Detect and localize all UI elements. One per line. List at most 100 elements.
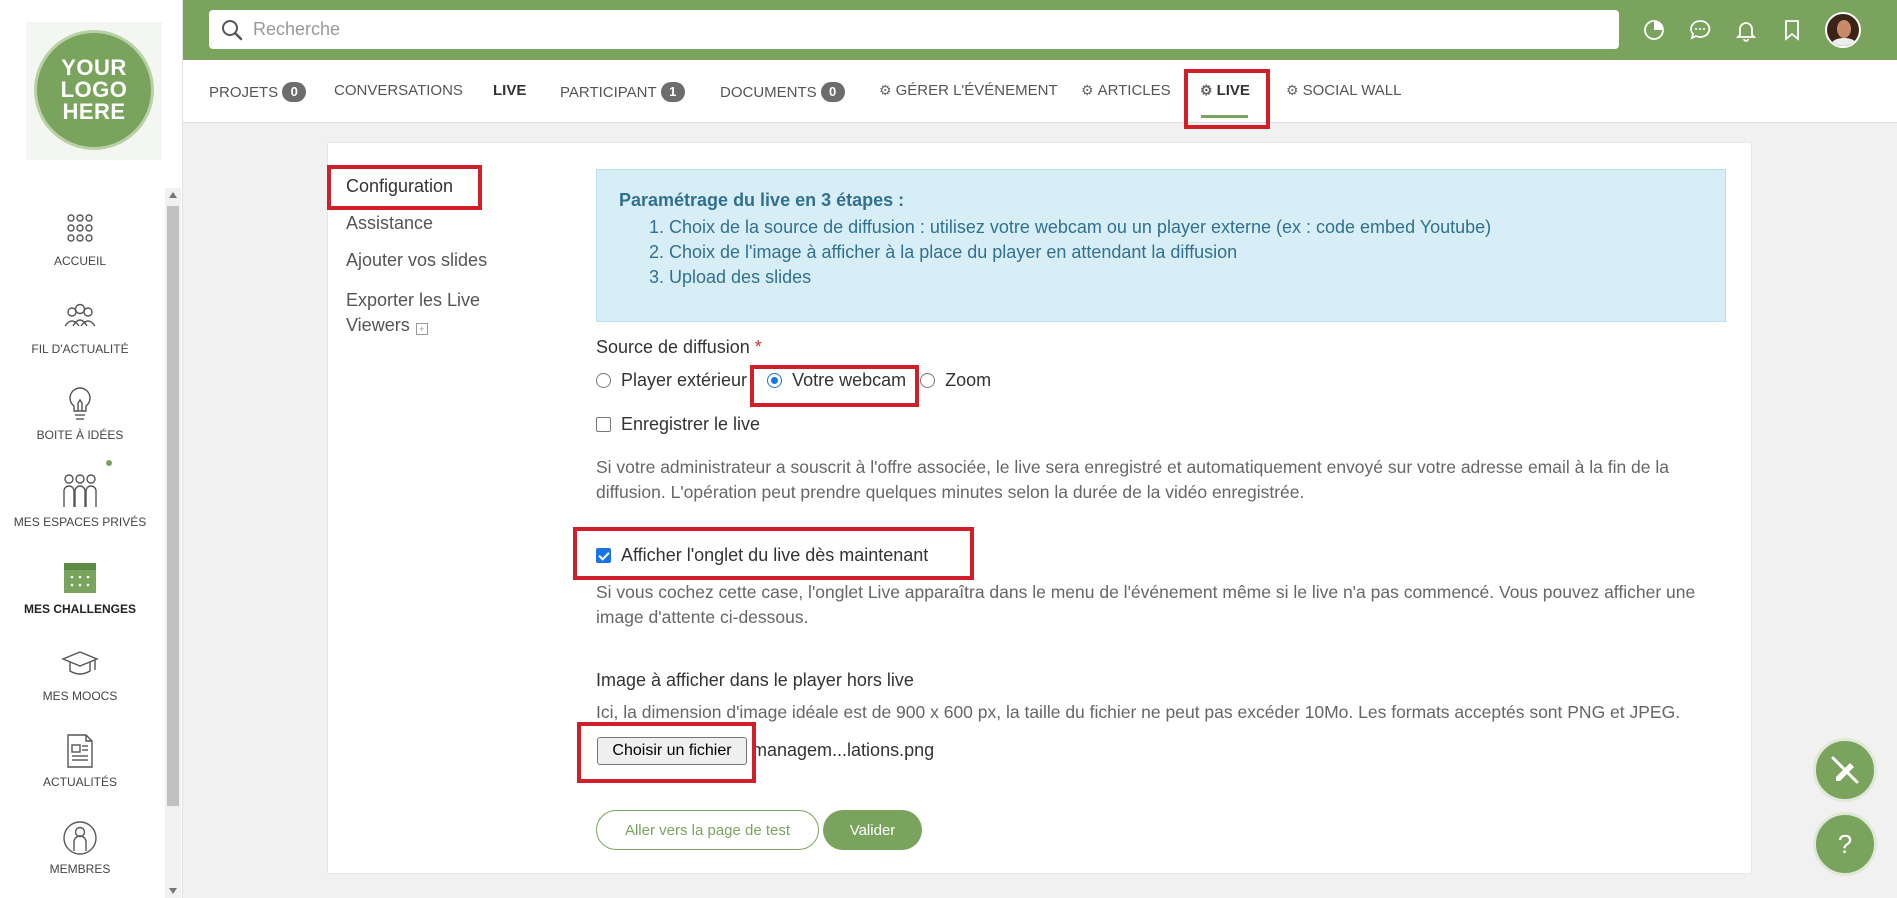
radio-zoom[interactable]: Zoom xyxy=(920,370,991,391)
sidebar-item-label: MES MOOCS xyxy=(42,689,118,703)
left-sidebar: YOUR LOGO HERE ACCUEIL FIL D'ACTUALITÉ B… xyxy=(0,0,183,898)
bell-icon[interactable] xyxy=(1733,17,1759,43)
bookmark-icon[interactable] xyxy=(1779,17,1805,43)
tab-label: PARTICIPANT xyxy=(560,83,657,101)
highlight-live-tab xyxy=(1184,69,1270,129)
highlight-configuration xyxy=(327,165,482,210)
tab-gerer-evenement[interactable]: ⚙ GÉRER L'ÉVÉNEMENT xyxy=(879,82,1058,99)
record-live-checkbox[interactable] xyxy=(596,417,611,432)
source-label-text: Source de diffusion xyxy=(596,337,750,357)
info-steps: Choix de la source de diffusion : utilis… xyxy=(619,215,1703,290)
no-edit-icon xyxy=(1831,756,1859,784)
sidebar-item-mes-challenges[interactable]: MES CHALLENGES xyxy=(0,560,160,616)
top-bar xyxy=(183,0,1897,60)
sidebar-item-label: MES CHALLENGES xyxy=(23,602,136,616)
sidebar-item-actualites[interactable]: ACTUALITÉS xyxy=(0,733,160,789)
highlight-choose-file xyxy=(577,722,756,783)
radio-label: Player extérieur xyxy=(621,370,748,390)
count-badge: 1 xyxy=(660,82,685,102)
tab-label: LIVE xyxy=(493,82,527,99)
tab-participant[interactable]: PARTICIPANT 1 xyxy=(560,82,685,102)
logo-line-3: HERE xyxy=(62,99,126,124)
subnav-export-line1: Exporter les Live xyxy=(346,290,481,310)
subnav-assistance[interactable]: Assistance xyxy=(346,213,433,234)
info-title: Paramétrage du live en 3 étapes : xyxy=(619,190,905,210)
info-step: Choix de la source de diffusion : utilis… xyxy=(669,215,1703,240)
external-link-icon: + xyxy=(415,323,428,335)
sidebar-scrollbar[interactable] xyxy=(165,188,181,898)
highlight-show-tab xyxy=(573,527,974,580)
sidebar-item-membres[interactable]: MEMBRES xyxy=(0,820,160,876)
validate-button[interactable]: Valider xyxy=(823,810,922,850)
lightbulb-icon xyxy=(69,387,91,420)
sidebar-item-label: BOITE À IDÉES xyxy=(36,428,124,442)
subnav-export-line2: Viewers xyxy=(346,315,410,335)
people-three-icon xyxy=(63,474,97,507)
tab-label: PROJETS xyxy=(209,83,279,101)
count-badge: 0 xyxy=(820,82,845,102)
tab-label: DOCUMENTS xyxy=(720,83,817,101)
company-logo: YOUR LOGO HERE xyxy=(34,30,154,150)
sidebar-item-label: ACTUALITÉS xyxy=(42,775,117,789)
calendar-icon xyxy=(64,563,96,593)
gear-icon: ⚙ xyxy=(1081,82,1094,98)
info-step: Upload des slides xyxy=(669,265,1703,290)
search-bar[interactable] xyxy=(209,10,1619,49)
image-help-text: Ici, la dimension d'image idéale est de … xyxy=(596,702,1681,722)
search-input[interactable] xyxy=(253,19,1553,40)
tab-live[interactable]: LIVE xyxy=(493,82,526,99)
tab-label: ARTICLES xyxy=(1097,82,1171,99)
test-page-button[interactable]: Aller vers la page de test xyxy=(596,810,819,850)
subnav-ajouter-slides[interactable]: Ajouter vos slides xyxy=(346,250,487,271)
sidebar-item-label: MES ESPACES PRIVÉS xyxy=(13,515,147,529)
tab-articles[interactable]: ⚙ ARTICLES xyxy=(1081,82,1171,99)
newspaper-icon xyxy=(67,734,93,768)
sidebar-item-label: MEMBRES xyxy=(49,862,111,876)
count-badge: 0 xyxy=(282,82,307,102)
tab-conversations[interactable]: CONVERSATIONS xyxy=(334,82,463,99)
sidebar-item-boite-a-idees[interactable]: BOITE À IDÉES xyxy=(0,386,160,442)
sidebar-item-accueil[interactable]: ACCUEIL xyxy=(0,212,160,268)
radio-button[interactable] xyxy=(596,373,611,388)
chat-bubble-icon[interactable] xyxy=(1687,17,1713,43)
tab-label: GÉRER L'ÉVÉNEMENT xyxy=(895,82,1058,99)
file-name: managem...lations.png xyxy=(752,740,935,760)
required-mark: * xyxy=(754,337,762,357)
show-tab-help-text: Si vous cochez cette case, l'onglet Live… xyxy=(596,582,1696,627)
user-avatar[interactable] xyxy=(1825,12,1861,48)
scrollbar-thumb[interactable] xyxy=(167,206,179,806)
tab-social-wall[interactable]: ⚙ SOCIAL WALL xyxy=(1286,82,1401,99)
mute-toggle-button[interactable] xyxy=(1813,738,1877,802)
notification-dot xyxy=(106,460,112,466)
member-icon xyxy=(63,821,97,855)
image-label: Image à afficher dans le player hors liv… xyxy=(596,670,914,690)
event-tabs: PROJETS 0 CONVERSATIONS LIVE PARTICIPANT… xyxy=(183,60,1897,123)
scroll-down-arrow-icon[interactable] xyxy=(169,888,177,894)
record-live-checkbox-row[interactable]: Enregistrer le live xyxy=(596,414,760,435)
scroll-up-arrow-icon[interactable] xyxy=(169,192,177,198)
subnav-exporter-viewers[interactable]: Exporter les Live Viewers + xyxy=(346,288,480,338)
tab-documents[interactable]: DOCUMENTS 0 xyxy=(720,82,845,102)
pie-chart-icon[interactable] xyxy=(1641,17,1667,43)
grid-dots-icon xyxy=(67,214,93,242)
radio-button[interactable] xyxy=(920,373,936,388)
help-button[interactable]: ? xyxy=(1813,812,1877,876)
sidebar-item-mes-moocs[interactable]: MES MOOCS xyxy=(0,647,160,703)
sidebar-item-label: FIL D'ACTUALITÉ xyxy=(31,342,129,356)
graduation-cap-icon xyxy=(61,651,99,675)
tab-projets[interactable]: PROJETS 0 xyxy=(209,82,307,102)
source-label: Source de diffusion * xyxy=(596,337,762,358)
radio-label: Zoom xyxy=(945,370,992,390)
gear-icon: ⚙ xyxy=(879,82,892,98)
highlight-webcam xyxy=(750,365,919,407)
tab-label: SOCIAL WALL xyxy=(1302,82,1402,99)
logo-line-1: YOUR xyxy=(61,55,127,80)
sidebar-item-label: ACCUEIL xyxy=(53,254,106,268)
info-box: Paramétrage du live en 3 étapes : Choix … xyxy=(596,169,1726,322)
sidebar-item-espaces-prives[interactable]: MES ESPACES PRIVÉS xyxy=(0,473,160,529)
top-icons xyxy=(1641,10,1861,50)
sidebar-item-fil-actualite[interactable]: FIL D'ACTUALITÉ xyxy=(0,300,160,356)
record-help-text: Si votre administrateur a souscrit à l'o… xyxy=(596,457,1669,502)
logo-container[interactable]: YOUR LOGO HERE xyxy=(26,22,162,160)
radio-player-exterieur[interactable]: Player extérieur xyxy=(596,370,747,391)
